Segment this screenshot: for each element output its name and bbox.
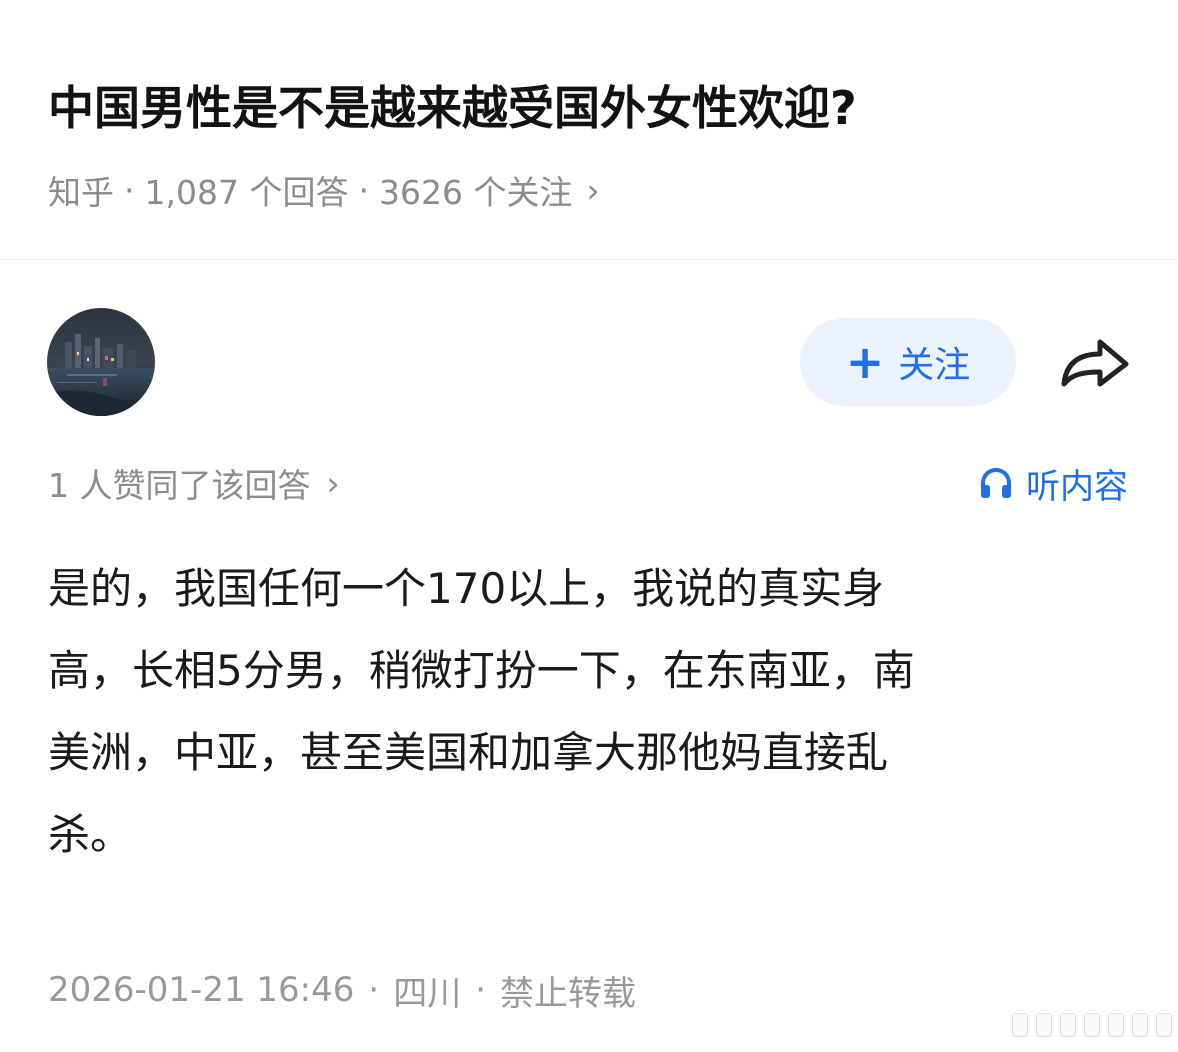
question-title[interactable]: 中国男性是不是越来越受国外女性欢迎? [48,76,857,140]
headphones-icon [981,468,1011,498]
chevron-right-icon: › [326,463,340,503]
divider [0,259,1178,260]
answer-footer: 2026-01-21 16:46 · 四川 · 禁止转载 [48,964,636,1016]
footer-separator: · [475,970,487,1010]
follow-button-label: 关注 [898,345,971,386]
answer-location: 四川 [393,973,462,1014]
likes-line[interactable]: 1 人赞同了该回答 › [48,458,340,508]
listen-button[interactable]: 听内容 [978,458,1128,508]
chevron-right-icon: › [586,170,600,210]
question-meta[interactable]: 知乎 · 1,087 个回答 · 3626 个关注 › [48,166,600,214]
listen-label: 听内容 [1026,466,1128,507]
avatar[interactable] [47,308,155,416]
watermark-icon [1012,1010,1172,1040]
answers-count: 1,087 个回答 [144,173,349,212]
site-name: 知乎 [48,173,114,212]
night-city-avatar-icon [47,308,155,416]
likes-text: 1 人赞同了该回答 [48,466,311,505]
plus-icon: + [845,335,885,389]
answer-body: 是的，我国任何一个170以上，我说的真实身 高，长相5分男，稍微打扮一下，在东南… [48,564,915,859]
footer-separator: · [368,970,380,1010]
repost-policy: 禁止转载 [500,973,637,1014]
share-arrow-icon[interactable] [1058,334,1132,392]
meta-separator: · [124,170,135,210]
meta-separator: · [358,170,369,210]
follow-button[interactable]: + 关注 [800,318,1016,406]
answer-datetime: 2026-01-21 16:46 [48,970,355,1010]
followers-count: 3626 个关注 [378,173,573,212]
